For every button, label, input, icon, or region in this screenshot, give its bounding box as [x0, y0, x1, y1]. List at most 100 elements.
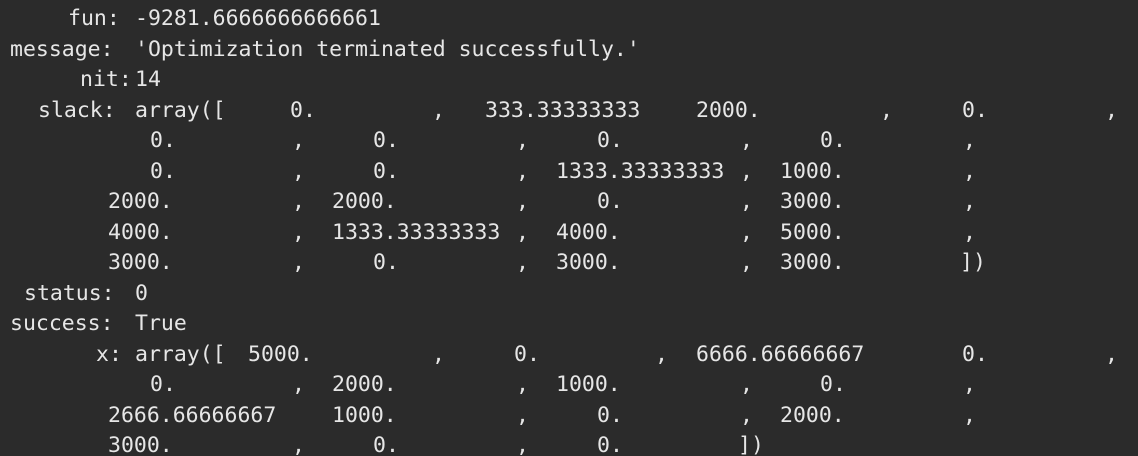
x-value: 6666.66666667 [696, 341, 865, 367]
separator: , [516, 189, 529, 214]
separator: , [432, 341, 445, 367]
slack-value: 0. [373, 128, 399, 153]
x-value: 0. [373, 433, 399, 456]
fun-value: -9281.6666666666661 [135, 6, 381, 31]
separator: , [292, 433, 305, 456]
nit-row: nit: 14 [0, 65, 1138, 96]
separator: , [740, 250, 753, 275]
message-value: 'Optimization terminated successfully.' [135, 36, 640, 62]
slack-value: 1333.33333333 [332, 219, 501, 245]
success-value: True [135, 311, 187, 336]
separator: , [516, 158, 529, 184]
separator: , [292, 128, 305, 153]
separator: , [292, 219, 305, 245]
x-value: 1000. [556, 372, 621, 397]
separator: , [740, 158, 753, 184]
slack-continuation-row: 4000. , 1333.33333333 , 4000. , 5000. , [0, 218, 1138, 249]
slack-continuation-row: 2000. , 2000. , 0. , 3000. , [0, 187, 1138, 218]
message-key: message: [10, 36, 114, 62]
slack-value: 333.33333333 [485, 97, 641, 123]
separator: , [655, 341, 668, 367]
slack-value: 4000. [556, 219, 621, 245]
nit-value: 14 [135, 67, 161, 92]
separator: , [963, 219, 976, 245]
status-row: status: 0 [0, 279, 1138, 310]
x-value: 0. [597, 402, 623, 428]
slack-value: 1333.33333333 [556, 158, 725, 184]
status-value: 0 [135, 280, 148, 306]
separator: , [880, 97, 893, 123]
x-value: 2000. [332, 372, 397, 397]
slack-value: 0. [150, 128, 176, 153]
slack-value: 3000. [108, 250, 173, 275]
separator: , [740, 189, 753, 214]
separator: , [740, 219, 753, 245]
slack-continuation-row: 0. , 0. , 1333.33333333 , 1000. , [0, 157, 1138, 188]
separator: , [963, 158, 976, 184]
separator: , [292, 158, 305, 184]
separator: , [292, 250, 305, 275]
x-continuation-row: 3000. , 0. , 0. ]) [0, 431, 1138, 456]
x-value: 3000. [108, 433, 173, 456]
x-value: 0. [514, 341, 540, 367]
separator: , [1105, 341, 1118, 367]
slack-value: 0. [820, 128, 846, 153]
nit-key: nit: [80, 67, 132, 92]
separator: , [963, 402, 976, 428]
separator: , [516, 372, 529, 397]
x-value: 1000. [332, 402, 397, 428]
separator: , [516, 250, 529, 275]
x-continuation-row: 0. , 2000. , 1000. , 0. , [0, 370, 1138, 401]
slack-continuation-row: 0. , 0. , 0. , 0. , [0, 126, 1138, 157]
slack-value: 0. [290, 97, 316, 123]
slack-value: 5000. [780, 219, 845, 245]
slack-value: 0. [373, 158, 399, 184]
slack-value: 3000. [780, 250, 845, 275]
separator: , [516, 128, 529, 153]
separator: , [292, 372, 305, 397]
slack-value: 4000. [108, 219, 173, 245]
x-value: 2666.66666667 [108, 402, 277, 428]
slack-value: 0. [597, 128, 623, 153]
message-row: message: 'Optimization terminated succes… [0, 35, 1138, 66]
x-key: x: [96, 341, 122, 367]
fun-key: fun: [68, 6, 120, 31]
separator: , [740, 402, 753, 428]
x-value: 2000. [780, 402, 845, 428]
slack-value: 2000. [108, 189, 173, 214]
slack-value: 0. [962, 97, 988, 123]
slack-value: 3000. [780, 189, 845, 214]
console-output: fun: -9281.6666666666661 message: 'Optim… [0, 0, 1138, 456]
separator: , [1105, 97, 1118, 123]
success-row: success: True [0, 309, 1138, 340]
fun-row: fun: -9281.6666666666661 [0, 4, 1138, 35]
x-array-open: array([ [135, 341, 226, 367]
slack-array-close: ]) [960, 250, 986, 275]
x-value: 0. [962, 341, 988, 367]
separator: , [740, 128, 753, 153]
x-value: 5000. [248, 341, 313, 367]
slack-array-open: array([ [135, 97, 226, 123]
slack-row: slack: array([ 0. , 333.33333333 2000. ,… [0, 96, 1138, 127]
separator: , [516, 433, 529, 456]
x-value: 0. [150, 372, 176, 397]
x-value: 0. [820, 372, 846, 397]
separator: , [432, 97, 445, 123]
separator: , [963, 189, 976, 214]
x-continuation-row: 2666.66666667 1000. , 0. , 2000. , [0, 401, 1138, 432]
slack-value: 0. [373, 250, 399, 275]
separator: , [516, 219, 529, 245]
x-value: 0. [597, 433, 623, 456]
separator: , [516, 402, 529, 428]
slack-key: slack: [38, 97, 116, 123]
slack-value: 3000. [556, 250, 621, 275]
x-row: x: array([ 5000. , 0. , 6666.66666667 0.… [0, 340, 1138, 371]
slack-value: 1000. [780, 158, 845, 184]
separator: , [963, 372, 976, 397]
success-key: success: [10, 311, 114, 336]
status-key: status: [24, 280, 115, 306]
slack-value: 2000. [696, 97, 761, 123]
x-array-close: ]) [738, 433, 764, 456]
separator: , [740, 372, 753, 397]
slack-value: 0. [597, 189, 623, 214]
